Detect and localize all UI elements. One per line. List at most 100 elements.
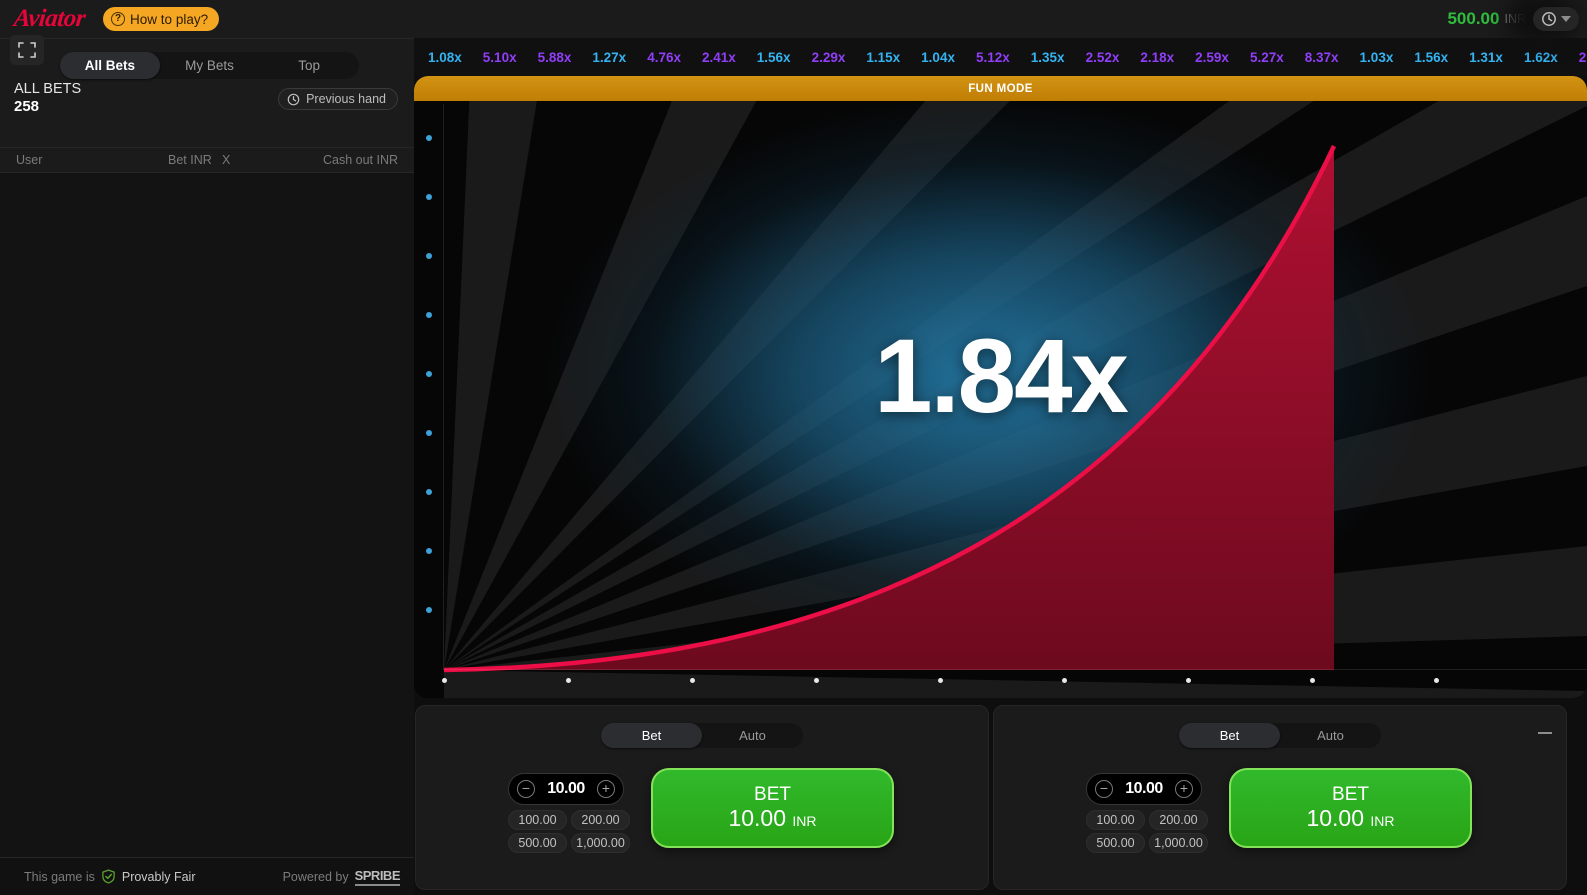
quick-stake-1000[interactable]: 1,000.00 [1149, 833, 1208, 853]
history-multiplier-14[interactable]: 2.59x [1195, 50, 1229, 65]
x-axis-tick [566, 678, 571, 683]
history-multiplier-11[interactable]: 1.35x [1031, 50, 1065, 65]
tab-bet[interactable]: Bet [601, 723, 702, 748]
quick-stake-500[interactable]: 500.00 [1086, 833, 1145, 853]
bet-amount: 10.00 [1306, 804, 1365, 831]
stake-value: 10.00 [1125, 780, 1163, 797]
quick-stake-100[interactable]: 100.00 [1086, 810, 1145, 830]
x-axis-tick [1310, 678, 1315, 683]
quick-stake-100[interactable]: 100.00 [508, 810, 567, 830]
x-axis-tick [1434, 678, 1439, 683]
how-to-play-label: How to play? [130, 11, 209, 27]
tab-top[interactable]: Top [259, 52, 359, 79]
y-axis-tick [426, 548, 432, 554]
bet-button-label: BET [1332, 783, 1369, 805]
stake-value: 10.00 [547, 780, 585, 797]
minimize-panel-button[interactable] [1538, 732, 1552, 734]
history-multiplier-4[interactable]: 4.76x [647, 50, 681, 65]
top-bar: Aviator ? How to play? 500.00 INR [0, 0, 1587, 38]
stake-input[interactable]: − 10.00 + [508, 773, 624, 805]
history-multiplier-13[interactable]: 2.18x [1140, 50, 1174, 65]
powered-by-block: Powered by SPRIBE [282, 868, 401, 886]
tab-auto[interactable]: Auto [702, 723, 803, 748]
footer: This game is Provably Fair Powered by SP… [0, 857, 414, 895]
increase-stake-button[interactable]: + [1175, 780, 1193, 798]
decrease-stake-button[interactable]: − [1095, 780, 1113, 798]
y-axis-tick [426, 253, 432, 259]
column-user: User [16, 153, 43, 167]
history-multiplier-5[interactable]: 2.41x [702, 50, 736, 65]
quick-stake-group: 100.00 200.00 500.00 1,000.00 [508, 810, 630, 853]
history-multiplier-16[interactable]: 8.37x [1305, 50, 1339, 65]
bets-table-header: User Bet INR X Cash out INR [0, 147, 414, 173]
history-multiplier-17[interactable]: 1.03x [1360, 50, 1394, 65]
balance-currency: INR [1504, 12, 1526, 26]
expand-icon[interactable] [10, 35, 44, 65]
tab-all-bets[interactable]: All Bets [60, 52, 160, 79]
bet-panel-tabs: Bet Auto [601, 723, 803, 748]
quick-stake-1000[interactable]: 1,000.00 [571, 833, 630, 853]
history-multiplier-3[interactable]: 1.27x [592, 50, 626, 65]
history-multiplier-9[interactable]: 1.04x [921, 50, 955, 65]
clock-history-icon [1542, 12, 1556, 26]
tab-bet[interactable]: Bet [1179, 723, 1280, 748]
x-axis-tick [1186, 678, 1191, 683]
tab-my-bets[interactable]: My Bets [160, 52, 260, 79]
decrease-stake-button[interactable]: − [517, 780, 535, 798]
round-history-bar[interactable]: 1.08x 5.10x 5.88x 1.27x 4.76x 2.41x 1.56x 2.29x… [414, 38, 1587, 76]
history-multiplier-0[interactable]: 1.08x [428, 50, 462, 65]
x-axis-tick [442, 678, 447, 683]
history-multiplier-1[interactable]: 5.10x [483, 50, 517, 65]
fun-mode-banner: FUN MODE [414, 76, 1587, 101]
bets-list[interactable] [0, 173, 414, 857]
stake-input[interactable]: − 10.00 + [1086, 773, 1202, 805]
shield-check-icon [102, 869, 115, 884]
bet-button-amount: 10.00 INR [1306, 805, 1394, 831]
bet-button[interactable]: BET 10.00 INR [651, 768, 894, 848]
powered-by-label: Powered by [282, 869, 349, 884]
y-axis-tick [426, 371, 432, 377]
tab-auto[interactable]: Auto [1280, 723, 1381, 748]
history-multiplier-2[interactable]: 5.88x [538, 50, 572, 65]
clock-history-icon [287, 93, 300, 105]
all-bets-count: 258 [14, 98, 40, 115]
history-multiplier-19[interactable]: 1.31x [1469, 50, 1503, 65]
history-toggle-button[interactable] [1533, 7, 1579, 31]
column-cashout: Cash out INR [322, 153, 398, 167]
history-multiplier-12[interactable]: 2.52x [1086, 50, 1120, 65]
spribe-logo: SPRIBE [354, 868, 401, 886]
history-multiplier-21[interactable]: 2.20x [1579, 50, 1587, 65]
history-multiplier-7[interactable]: 2.29x [812, 50, 846, 65]
quick-stake-500[interactable]: 500.00 [508, 833, 567, 853]
quick-stake-200[interactable]: 200.00 [1149, 810, 1208, 830]
balance-amount: 500.00 [1447, 9, 1500, 28]
history-multiplier-6[interactable]: 1.56x [757, 50, 791, 65]
bet-button[interactable]: BET 10.00 INR [1229, 768, 1472, 848]
y-axis-tick [426, 607, 432, 613]
bet-panel-right: Bet Auto − 10.00 + 100.00 200.00 500.00 … [993, 705, 1567, 890]
history-multiplier-20[interactable]: 1.62x [1524, 50, 1558, 65]
footer-prefix: This game is [24, 869, 95, 884]
question-mark-icon: ? [111, 12, 126, 26]
history-multiplier-18[interactable]: 1.56x [1414, 50, 1448, 65]
y-axis-tick [426, 135, 432, 141]
history-multiplier-10[interactable]: 5.12x [976, 50, 1010, 65]
provably-fair-label: Provably Fair [121, 869, 196, 884]
history-multiplier-8[interactable]: 1.15x [866, 50, 900, 65]
y-axis-tick [426, 194, 432, 200]
provably-fair-block[interactable]: This game is Provably Fair [24, 869, 196, 884]
previous-hand-button[interactable]: Previous hand [278, 88, 398, 110]
y-axis-tick [426, 312, 432, 318]
aviator-logo[interactable]: Aviator [13, 5, 87, 33]
quick-stake-200[interactable]: 200.00 [571, 810, 630, 830]
previous-hand-label: Previous hand [306, 92, 386, 106]
y-axis-tick [426, 430, 432, 436]
history-multiplier-15[interactable]: 5.27x [1250, 50, 1284, 65]
bet-panel-left: Bet Auto − 10.00 + 100.00 200.00 500.00 … [415, 705, 989, 890]
column-bet: Bet INR [168, 153, 212, 167]
x-axis-tick [814, 678, 819, 683]
how-to-play-button[interactable]: ? How to play? [103, 7, 220, 31]
increase-stake-button[interactable]: + [597, 780, 615, 798]
x-axis-tick [1062, 678, 1067, 683]
current-multiplier: 1.84x [874, 318, 1129, 435]
